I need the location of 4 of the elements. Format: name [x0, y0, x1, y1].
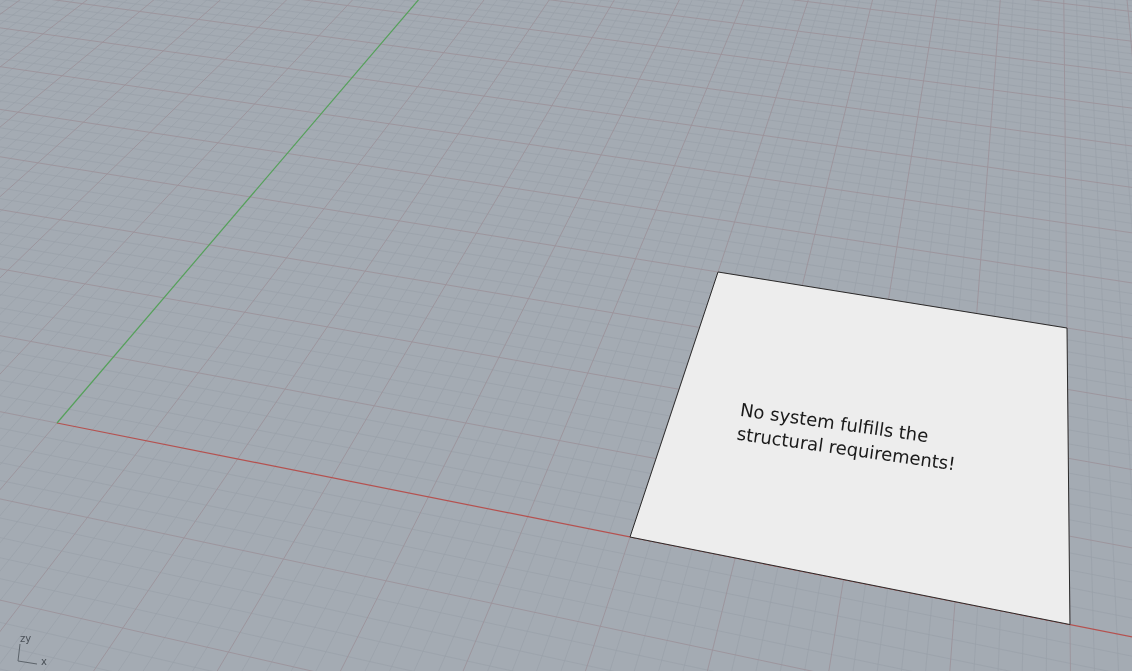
axis-label: x: [41, 656, 47, 667]
axis-icon: [17, 643, 38, 665]
axis-label: zy: [20, 633, 32, 644]
message-text: No system fulfills the structural requirements!: [735, 398, 958, 477]
